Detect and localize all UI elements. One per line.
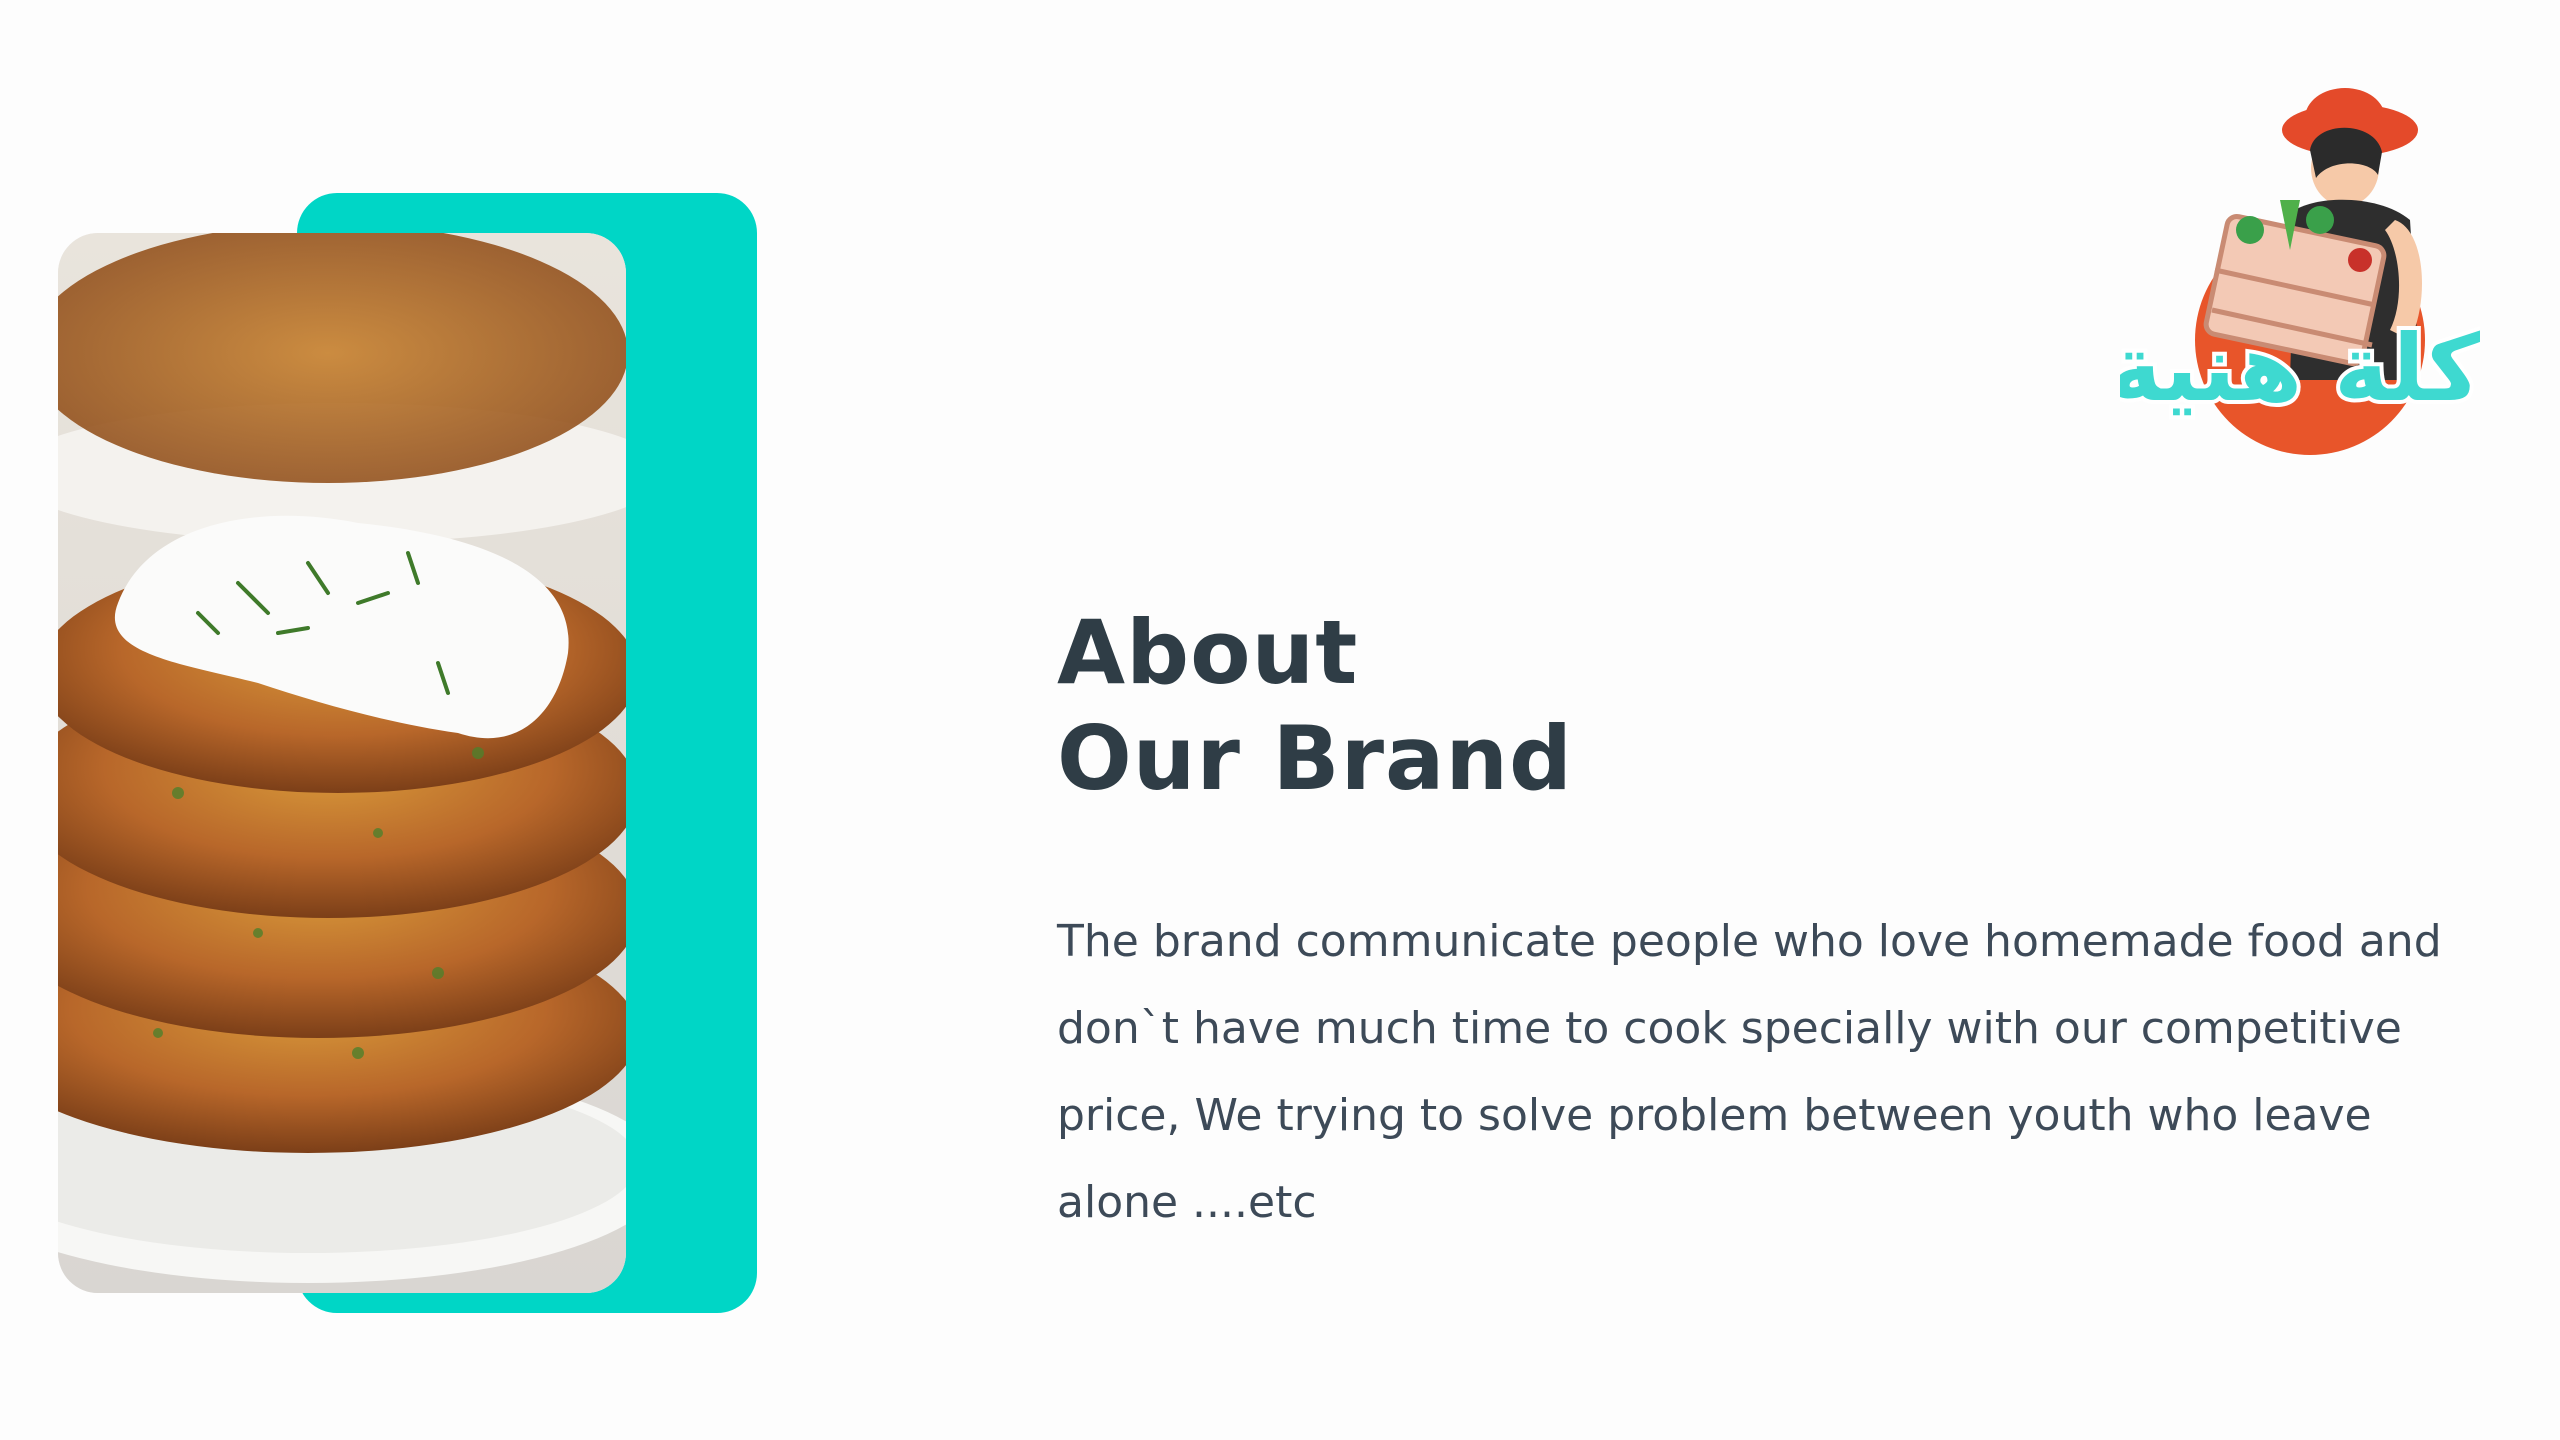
fritters-photo (58, 233, 626, 1293)
logo-wordmark: أكلة هنية (2120, 308, 2480, 422)
slide: أكلة هنية About Our Brand The brand comm… (0, 0, 2560, 1440)
fritters-photo-illustration (58, 233, 626, 1293)
heading-line-2: Our Brand (1057, 707, 1573, 810)
brand-logo: أكلة هنية (2120, 80, 2480, 470)
brand-description: The brand communicate people who love ho… (1057, 916, 2442, 1228)
heading-line-1: About (1057, 601, 1359, 704)
section-heading: About Our Brand (1057, 600, 1573, 812)
brand-logo-illustration: أكلة هنية (2120, 88, 2480, 455)
